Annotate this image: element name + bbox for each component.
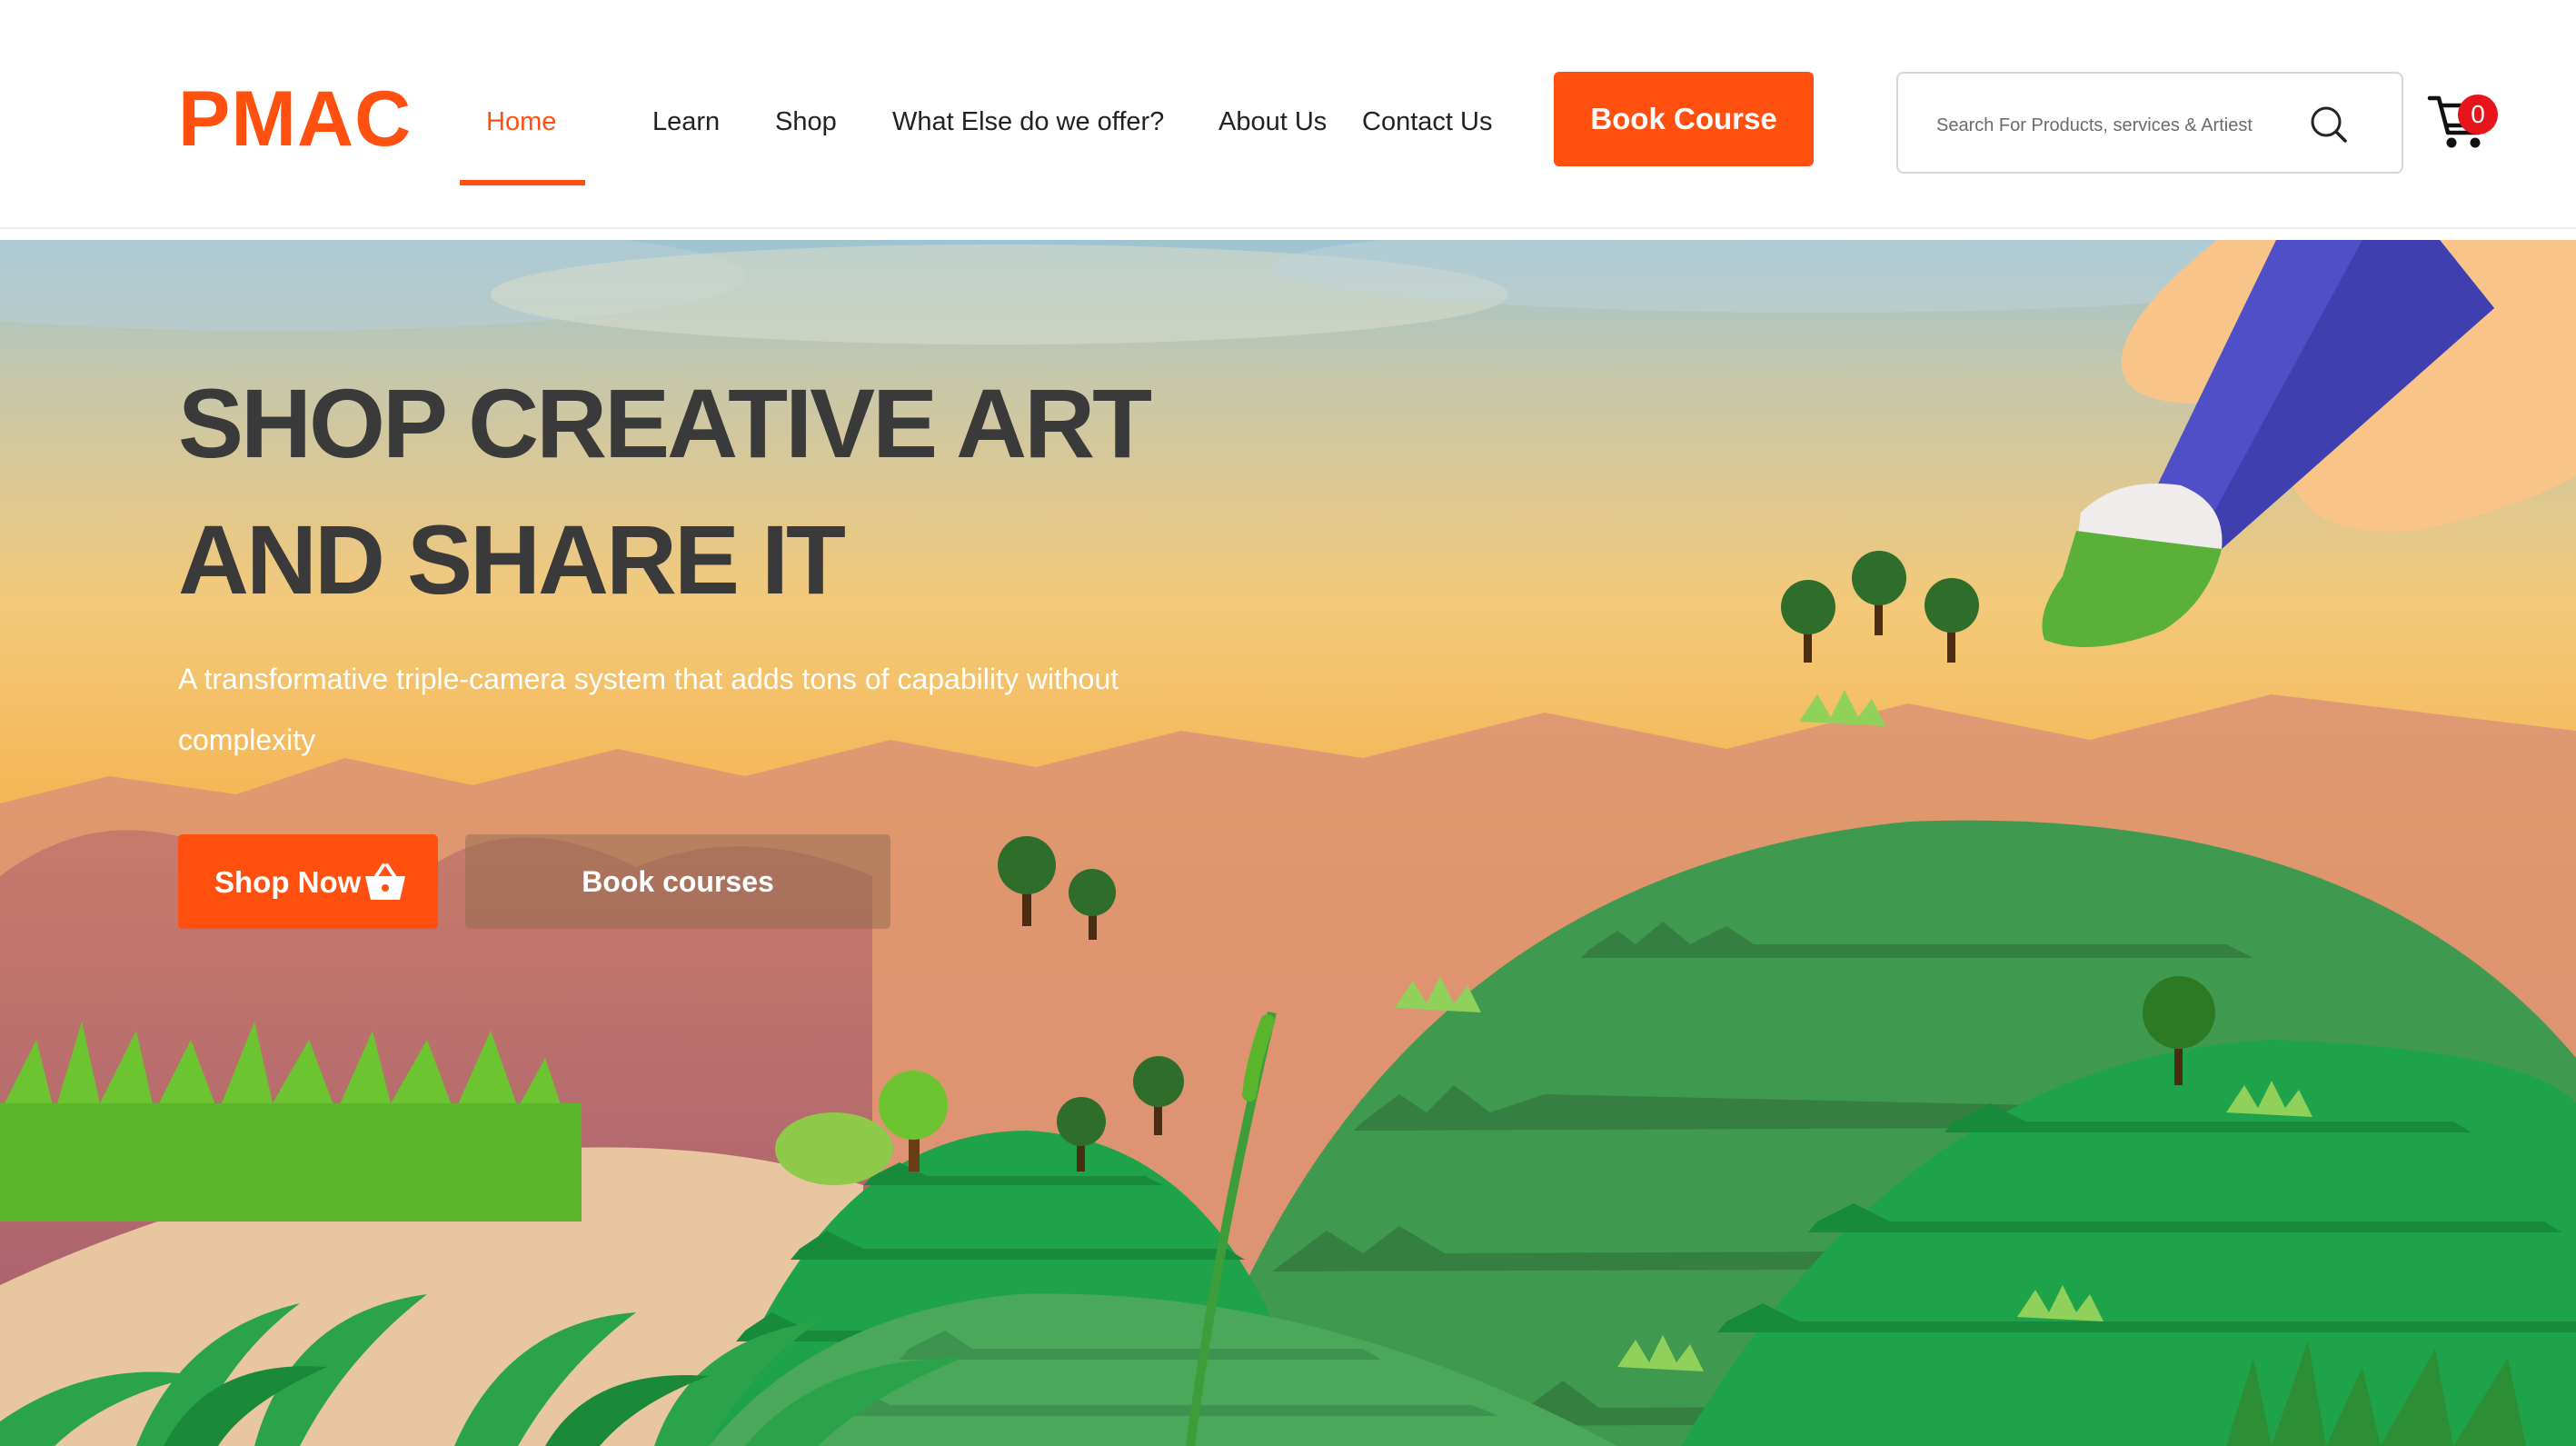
shop-now-button[interactable]: Shop Now	[178, 834, 438, 929]
hero-section: SHOP CREATIVE ART AND SHARE IT A transfo…	[0, 240, 2576, 1446]
hero-title-line-2: AND SHARE IT	[178, 504, 846, 614]
cart-count-badge: 0	[2458, 95, 2498, 135]
hero-title-line-1: SHOP CREATIVE ART	[178, 368, 1152, 478]
nav-shop[interactable]: Shop	[775, 109, 837, 135]
hero-description: A transformative triple-camera system th…	[178, 663, 1119, 756]
book-course-button[interactable]: Book Course	[1554, 72, 1814, 166]
nav-what-else[interactable]: What Else do we offer?	[892, 109, 1164, 135]
nav-home[interactable]: Home	[486, 109, 556, 135]
site-header: PMAC Home Learn Shop What Else do we off…	[0, 0, 2576, 229]
search-input[interactable]	[1934, 106, 2302, 145]
nav-about-us[interactable]: About Us	[1218, 109, 1327, 135]
shop-now-label: Shop Now	[214, 865, 362, 899]
logo[interactable]: PMAC	[178, 80, 412, 158]
search-icon[interactable]	[2305, 101, 2352, 148]
basket-icon	[365, 863, 405, 900]
search-box	[1896, 72, 2403, 174]
nav-learn[interactable]: Learn	[652, 109, 720, 135]
nav-contact-us[interactable]: Contact Us	[1362, 109, 1492, 135]
book-courses-button[interactable]: Book courses	[465, 834, 890, 929]
nav-active-indicator	[460, 180, 585, 185]
